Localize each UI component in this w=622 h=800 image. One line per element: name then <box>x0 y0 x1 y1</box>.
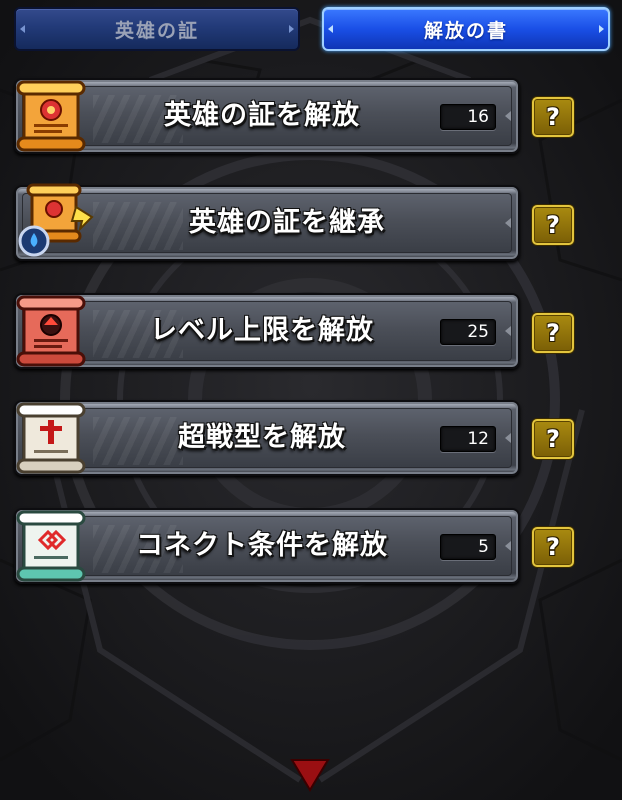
tab-right-cap <box>599 25 604 33</box>
row-title: 超戦型を解放 <box>178 422 346 453</box>
row-arrow-icon <box>505 111 511 121</box>
row-arrow-icon <box>505 326 511 336</box>
row-count: 16 <box>440 104 496 130</box>
help-button[interactable]: ? <box>532 97 574 137</box>
teal-scroll-icon <box>16 510 86 582</box>
row-title: レベル上限を解放 <box>150 315 374 346</box>
menu-row-release-connect-condition[interactable]: コネクト条件を解放 5 <box>14 508 520 584</box>
menu-row-inherit-hero-proof[interactable]: 英雄の証を継承 <box>14 183 520 261</box>
row-title: コネクト条件を解放 <box>136 530 388 561</box>
tab-release-book[interactable]: 解放の書 <box>322 7 610 51</box>
row-arrow-icon <box>505 218 511 228</box>
help-button[interactable]: ? <box>532 313 574 353</box>
tab-left-cap <box>20 25 25 33</box>
tab-label: 解放の書 <box>423 19 508 42</box>
row-count: 25 <box>440 319 496 345</box>
row-title: 英雄の証を解放 <box>164 100 360 131</box>
row-title: 英雄の証を継承 <box>189 207 385 238</box>
row-count: 5 <box>440 534 496 560</box>
tab-left-cap <box>328 25 333 33</box>
help-button[interactable]: ? <box>532 419 574 459</box>
menu-row-release-hero-proof[interactable]: 英雄の証を解放 16 <box>14 78 520 154</box>
menu-row-release-super-battle-type[interactable]: 超戦型を解放 12 <box>14 400 520 476</box>
menu-row-release-level-cap[interactable]: レベル上限を解放 25 <box>14 293 520 369</box>
row-arrow-icon <box>505 433 511 443</box>
row-count: 12 <box>440 426 496 452</box>
tab-right-cap <box>289 25 294 33</box>
row-arrow-icon <box>505 541 511 551</box>
help-button[interactable]: ? <box>532 205 574 245</box>
white-scroll-icon <box>16 402 86 474</box>
orange-scroll-icon <box>16 80 86 152</box>
tab-label: 英雄の証 <box>114 19 199 42</box>
help-button[interactable]: ? <box>532 527 574 567</box>
inherit-scroll-icon <box>18 183 94 257</box>
red-scroll-icon <box>16 295 86 367</box>
tab-hero-proof[interactable]: 英雄の証 <box>14 7 300 51</box>
